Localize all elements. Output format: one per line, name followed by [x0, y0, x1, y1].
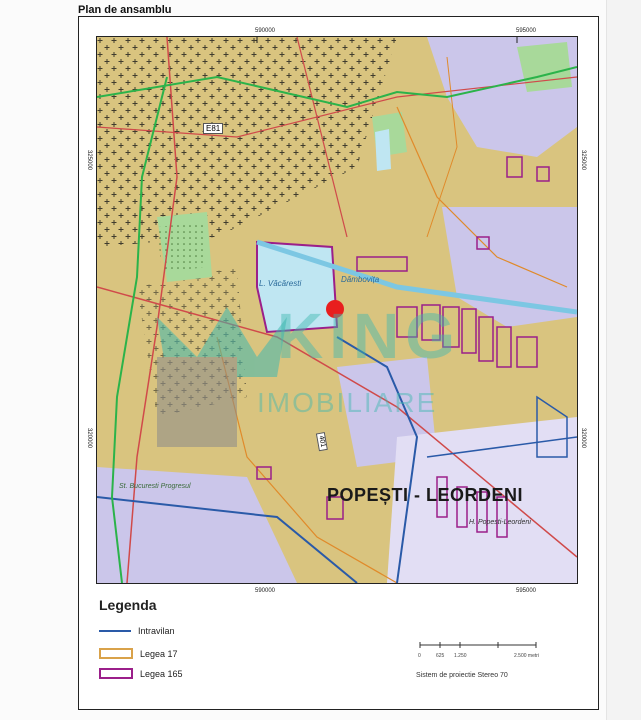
projection-text: Sistem de proiectie Stereo 70 [416, 672, 508, 679]
legend-swatch-legea17 [99, 648, 133, 659]
pond [375, 129, 391, 171]
viewer-gutter [606, 0, 641, 720]
coord-bottom-left: 590000 [255, 588, 276, 594]
lake-label: L. Văcăresti [259, 279, 302, 288]
halt-label: H. Popesti-Leordeni [469, 519, 531, 526]
watermark-line1: KING [277, 300, 461, 372]
legend-label: Legea 165 [140, 668, 183, 679]
map-canvas[interactable]: E81 L. Văcăresti Dâmbovița 401 St. Bucur… [96, 36, 578, 584]
scale-tick-label: 0 [418, 653, 421, 659]
scale-bar: 0 625 1.250 2.500 metri [418, 635, 539, 659]
legend-label: Legea 17 [140, 648, 178, 659]
scale-tick-label: 625 [436, 653, 445, 659]
legend-item-legea17: Legea 17 [99, 648, 178, 659]
scale-tick-label: 2.500 metri [514, 653, 540, 659]
park-dots [157, 222, 207, 272]
town-name: POPEȘTI - LEORDENI [327, 485, 524, 505]
watermark-line2: IMOBILIARE [257, 387, 438, 418]
page-title: Plan de ansamblu [78, 4, 172, 16]
coord-top-right: 595000 [516, 28, 537, 34]
coord-top-left: 590000 [255, 28, 276, 34]
legend-swatch-legea165 [99, 668, 133, 679]
scale-tick-label: 1.250 [454, 653, 467, 659]
coord-right-lower: 320000 [580, 428, 586, 449]
legend-swatch-intravilan [99, 630, 131, 632]
map-sheet: Plan de ansamblu 590000 595000 590000 59… [0, 0, 641, 720]
legend-title: Legenda [99, 597, 157, 613]
river-label: Dâmbovița [341, 275, 380, 284]
coord-right-upper: 325000 [580, 150, 586, 171]
coord-left-upper: 325000 [86, 150, 92, 171]
coord-bottom-right: 595000 [516, 588, 537, 594]
scale-bar-line [419, 642, 537, 648]
road-label-e81: E81 [203, 123, 224, 134]
station-label: St. Bucuresti Progresul [119, 483, 191, 490]
legend-label: Intravilan [138, 626, 175, 636]
legend-item-legea165: Legea 165 [99, 668, 183, 679]
coord-left-lower: 320000 [86, 428, 92, 449]
legend-item-intravilan: Intravilan [99, 626, 175, 636]
